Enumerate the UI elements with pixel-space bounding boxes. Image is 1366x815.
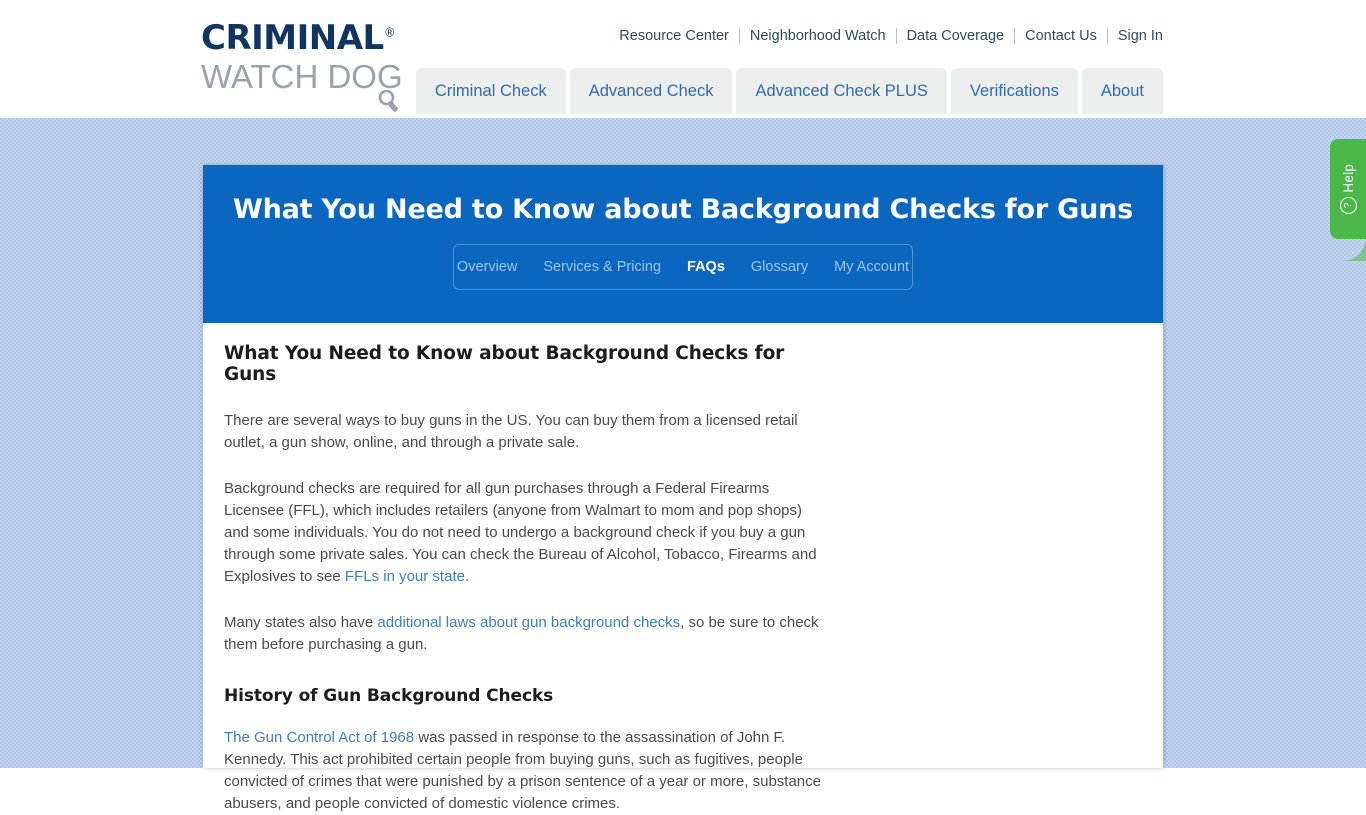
question-mark-circle-icon: ? [1339,197,1357,215]
utility-nav-item-data-coverage[interactable]: Data Coverage [897,26,1015,46]
article-paragraph-2: Background checks are required for all g… [224,478,824,588]
hero-banner: What You Need to Know about Background C… [203,165,1163,323]
help-tab-content: Help ? [1330,139,1366,239]
registered-trademark-icon: ® [383,25,396,40]
paragraph-2-text-a: Background checks are required for all g… [224,480,817,585]
article-paragraph-4: The Gun Control Act of 1968 was passed i… [224,727,824,815]
tab-my-account[interactable]: My Account [834,259,909,275]
magnifying-glass-icon [378,90,399,112]
article-subheading-history: History of Gun Background Checks [224,686,554,706]
nav-tab-advanced-check-plus[interactable]: Advanced Check PLUS [736,68,947,114]
tab-faqs[interactable]: FAQs [687,259,725,275]
article-column: What You Need to Know about Background C… [224,343,824,815]
site-logo[interactable]: CRIMINAL® WATCH DOG [198,18,428,112]
logo-wordmark-secondary: WATCH DOG [201,58,403,95]
link-gun-control-act-1968[interactable]: The Gun Control Act of 1968 [224,729,414,746]
utility-nav-item-resource-center[interactable]: Resource Center [619,26,739,46]
tab-services-pricing[interactable]: Services & Pricing [543,259,661,275]
nav-tab-verifications[interactable]: Verifications [950,68,1078,114]
article-heading: What You Need to Know about Background C… [224,343,785,385]
content-card: What You Need to Know about Background C… [203,165,1163,812]
utility-nav: Resource Center Neighborhood Watch Data … [619,26,1163,46]
logo-wordmark-primary: CRIMINAL® [201,18,396,58]
paragraph-2-text-b: . [464,568,470,585]
tab-glossary[interactable]: Glossary [751,259,808,275]
article-paragraph-3: Many states also have additional laws ab… [224,612,824,656]
tab-overview[interactable]: Overview [457,259,517,275]
help-tab[interactable]: Help ? [1330,139,1366,239]
article-paragraph-1: There are several ways to buy guns in th… [224,412,798,451]
nav-tab-criminal-check[interactable]: Criminal Check [415,68,566,114]
paragraph-3-text-a: Many states also have [224,614,378,631]
utility-nav-item-contact-us[interactable]: Contact Us [1015,26,1107,46]
page-title: What You Need to Know about Background C… [232,194,1134,225]
nav-tab-about[interactable]: About [1081,68,1163,114]
help-tab-label: Help [1340,163,1356,193]
link-ffls-in-your-state[interactable]: FFLs in your state [345,568,465,585]
link-additional-state-laws[interactable]: additional laws about gun background che… [377,614,680,631]
utility-nav-item-neighborhood-watch[interactable]: Neighborhood Watch [740,26,896,46]
article-body: What You Need to Know about Background C… [203,323,1163,812]
main-nav: Criminal Check Advanced Check Advanced C… [415,68,1163,114]
utility-nav-item-sign-in[interactable]: Sign In [1108,26,1163,46]
nav-tab-advanced-check[interactable]: Advanced Check [569,68,733,114]
site-header: CRIMINAL® WATCH DOG Resource Center Neig… [0,0,1366,118]
section-tabs: Overview Services & Pricing FAQs Glossar… [453,244,913,290]
help-tab-tail [1344,239,1366,261]
